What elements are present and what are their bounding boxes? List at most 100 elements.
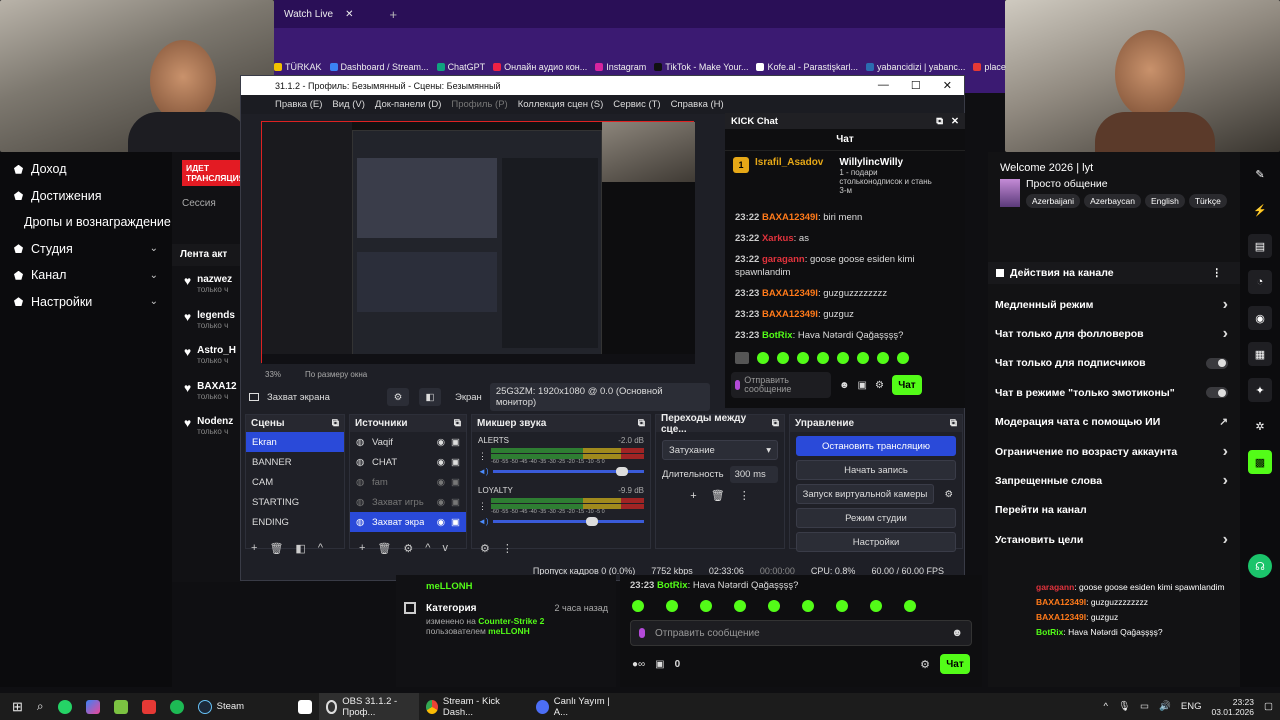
volume-icon[interactable]: 🔊 bbox=[1159, 701, 1171, 712]
control-button[interactable]: Режим студии bbox=[796, 508, 956, 528]
filters-icon[interactable]: ◧ bbox=[419, 388, 441, 406]
browser-tab[interactable]: Watch Live bbox=[278, 9, 339, 20]
mic-tray-icon[interactable]: 🎙 bbox=[1118, 701, 1130, 712]
source-item[interactable]: ◍ CHAT ◉ ▣ bbox=[350, 452, 466, 472]
scene-item[interactable]: STARTING bbox=[246, 492, 344, 512]
maximize-icon[interactable]: ☐ bbox=[911, 79, 921, 92]
scene-item[interactable]: CAM bbox=[246, 472, 344, 492]
broadcast-icon[interactable]: ◉ bbox=[1248, 306, 1272, 330]
tag-chip[interactable]: Azerbaycan bbox=[1084, 194, 1141, 208]
channel-action-item[interactable]: Перейти на канал bbox=[988, 496, 1240, 525]
message-input[interactable]: Отправить сообщение ☻ bbox=[630, 620, 972, 646]
source-down-icon[interactable]: v bbox=[442, 542, 448, 554]
source-item[interactable]: ◍ fam ◉ ▣ bbox=[350, 472, 466, 492]
add-icon[interactable]: + bbox=[690, 490, 696, 502]
bookmark-item[interactable]: ChatGPT bbox=[436, 62, 485, 72]
channel-action-item[interactable]: Установить цели › bbox=[988, 525, 1240, 554]
control-button[interactable]: Остановить трансляцию bbox=[796, 436, 956, 456]
fit-label[interactable]: По размеру окна bbox=[305, 370, 367, 379]
headset-icon[interactable]: ☊ bbox=[1248, 554, 1272, 578]
lock-icon[interactable]: ▣ bbox=[451, 457, 460, 468]
bookmark-item[interactable]: place bbox=[973, 62, 1006, 72]
sidebar-item[interactable]: Достижения bbox=[0, 183, 172, 210]
channel-action-item[interactable]: Запрещенные слова › bbox=[988, 466, 1240, 495]
remove-scene-icon[interactable]: 🗑 bbox=[269, 542, 283, 555]
obs-menu-item[interactable]: Профиль (P) bbox=[451, 99, 507, 110]
chat-input[interactable]: Отправить сообщение bbox=[731, 372, 831, 398]
activity-user[interactable]: meLLONH bbox=[396, 575, 616, 598]
toggle-switch[interactable] bbox=[1206, 357, 1228, 369]
search-icon[interactable]: ⌕ bbox=[30, 693, 51, 720]
gear-icon[interactable]: ⚙ bbox=[944, 489, 953, 500]
spotify-icon[interactable] bbox=[163, 693, 191, 720]
scene-filter-icon[interactable]: ◧ bbox=[295, 542, 305, 555]
sidebar-item[interactable]: Настройки ⌄ bbox=[0, 289, 172, 316]
channel-action-item[interactable]: Медленный режим › bbox=[988, 290, 1240, 319]
start-button[interactable]: ⊞ bbox=[0, 693, 30, 720]
chevron-up-icon[interactable]: ^ bbox=[1104, 701, 1108, 712]
lock-icon[interactable]: ▣ bbox=[451, 477, 460, 488]
gift-icon[interactable]: ▣ bbox=[858, 380, 867, 391]
mixer-settings-icon[interactable]: ⚙ bbox=[480, 542, 490, 555]
more-icon[interactable]: ⋮ bbox=[739, 489, 750, 502]
taskbar-chrome-kick[interactable]: Stream - Kick Dash... bbox=[419, 693, 529, 720]
sidebar-item[interactable]: Канал ⌄ bbox=[0, 262, 172, 289]
message-user[interactable]: BotRix bbox=[657, 580, 688, 591]
stream-category[interactable]: Просто общение bbox=[1026, 178, 1227, 190]
source-item[interactable]: ◍ Захват игры ◉ ▣ bbox=[350, 492, 466, 512]
points-icon[interactable]: ●∞ bbox=[632, 659, 645, 670]
bookmark-item[interactable]: Kofe.al - Parastişkarl... bbox=[756, 62, 858, 72]
flash-icon[interactable]: ⚡ bbox=[1248, 198, 1272, 222]
lock-icon[interactable]: ▣ bbox=[451, 437, 460, 448]
copilot-icon[interactable] bbox=[79, 693, 107, 720]
network-icon[interactable]: ▭ bbox=[1140, 701, 1149, 712]
layout-icon[interactable]: ▦ bbox=[1248, 342, 1272, 366]
obs-menu-item[interactable]: Вид (V) bbox=[332, 99, 365, 110]
eye-icon[interactable]: ◉ bbox=[437, 437, 445, 448]
mic-icon[interactable] bbox=[735, 380, 741, 390]
sidebar-item[interactable]: Доход bbox=[0, 156, 172, 183]
add-source-icon[interactable]: + bbox=[359, 542, 365, 554]
chat-username[interactable]: Xarkus bbox=[762, 233, 794, 244]
tag-chip[interactable]: Türkçe bbox=[1188, 194, 1227, 208]
screen-select[interactable]: 25G3ZM: 1920x1080 @ 0.0 (Основной монито… bbox=[489, 383, 710, 411]
popout-icon[interactable]: ⧉ bbox=[936, 116, 943, 127]
source-item[interactable]: ◍ Захват экра ◉ ▣ bbox=[350, 512, 466, 532]
lock-icon[interactable]: ▣ bbox=[451, 497, 460, 508]
obs-menu-item[interactable]: Док-панели (D) bbox=[375, 99, 441, 110]
taskbar-obs[interactable]: OBS 31.1.2 - Проф... bbox=[318, 693, 419, 720]
capcut-icon[interactable] bbox=[291, 693, 319, 720]
more-icon[interactable]: ⋮ bbox=[478, 451, 487, 462]
control-button[interactable]: Начать запись bbox=[796, 460, 956, 480]
feed-item[interactable]: ♥ legends только ч bbox=[172, 310, 242, 346]
scene-item[interactable]: BANNER bbox=[246, 452, 344, 472]
pencil-icon[interactable]: ✎ bbox=[1248, 162, 1272, 186]
category-user[interactable]: meLLONH bbox=[488, 626, 530, 636]
settings-icon[interactable]: ⚙ bbox=[920, 658, 930, 671]
input-language[interactable]: ENG bbox=[1181, 701, 1202, 712]
settings-icon[interactable]: ⚙ bbox=[875, 380, 884, 391]
dock-menu-icon[interactable]: ⧉ bbox=[454, 418, 461, 429]
feed-item[interactable]: ♥ nazwez только ч bbox=[172, 274, 242, 310]
kick-logo-icon[interactable]: ▩ bbox=[1248, 450, 1272, 474]
control-button[interactable]: Запуск виртуальной камеры ⚙ bbox=[796, 484, 953, 504]
eye-icon[interactable]: ◉ bbox=[437, 457, 445, 468]
bookmark-item[interactable]: yabancidizi | yabanc... bbox=[866, 62, 965, 72]
tag-chip[interactable]: English bbox=[1144, 194, 1185, 208]
bookmark-item[interactable]: TÜRKAK bbox=[274, 62, 322, 72]
duration-input[interactable]: 300 ms bbox=[729, 466, 778, 483]
emoji-icon[interactable]: ☻ bbox=[951, 627, 963, 639]
add-scene-icon[interactable]: + bbox=[251, 542, 257, 554]
dock-menu-icon[interactable]: ⧉ bbox=[638, 418, 645, 429]
close-icon[interactable]: ✕ bbox=[943, 79, 952, 92]
whatsapp-icon[interactable] bbox=[51, 693, 79, 720]
store-icon[interactable] bbox=[107, 693, 135, 720]
chat-send-button[interactable]: Чат bbox=[940, 654, 970, 674]
more-icon[interactable]: ⋮ bbox=[478, 501, 487, 512]
dock-menu-icon[interactable]: ⧉ bbox=[332, 418, 339, 429]
speaker-icon[interactable]: ◄) bbox=[478, 467, 489, 476]
pinned-user[interactable]: Israfil_Asadov bbox=[755, 157, 823, 168]
new-tab-icon[interactable]: + bbox=[389, 7, 397, 22]
transition-select[interactable]: Затухание ▾ bbox=[662, 440, 778, 460]
channel-action-item[interactable]: Чат в режиме "только эмотиконы" bbox=[988, 378, 1240, 407]
